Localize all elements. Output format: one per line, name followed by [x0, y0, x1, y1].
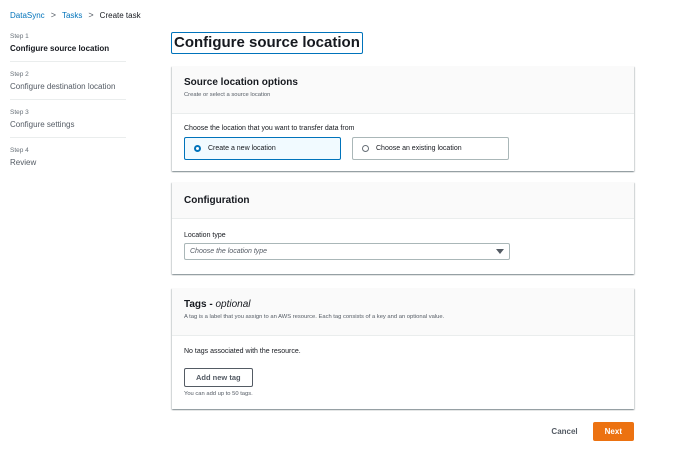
breadcrumb-datasync-link[interactable]: DataSync: [10, 11, 45, 20]
location-type-select[interactable]: Choose the location type: [184, 243, 510, 260]
radio-unselected-icon[interactable]: [362, 145, 369, 152]
step-number: Step 2: [10, 71, 29, 78]
location-type-label: Location type: [184, 232, 226, 239]
panel-body: Location type Choose the location type: [172, 219, 634, 270]
panel-title: Source location options: [184, 77, 298, 88]
tags-panel: Tags - optional A tag is a label that yo…: [172, 288, 634, 409]
panel-body: Choose the location that you want to tra…: [172, 114, 634, 170]
tile-label: Choose an existing location: [376, 145, 462, 152]
select-placeholder: Choose the location type: [190, 248, 268, 255]
empty-tags-text: No tags associated with the resource.: [184, 348, 301, 355]
caret-down-icon: [496, 249, 504, 254]
wizard-footer: Cancel Next: [551, 422, 634, 441]
step-1[interactable]: Step 1 Configure source location: [10, 33, 126, 62]
choose-existing-location-tile[interactable]: Choose an existing location: [352, 137, 509, 160]
configuration-panel: Configuration Location type Choose the l…: [172, 182, 634, 274]
step-number: Step 3: [10, 109, 29, 116]
panel-title: Configuration: [184, 195, 250, 206]
tile-label: Create a new location: [208, 145, 276, 152]
chevron-right-icon: >: [88, 10, 94, 20]
panel-header: Tags - optional A tag is a label that yo…: [172, 288, 634, 336]
tag-limit-hint: You can add up to 50 tags.: [184, 391, 253, 397]
breadcrumb-current: Create task: [99, 10, 141, 20]
panel-description: A tag is a label that you assign to an A…: [184, 314, 445, 320]
wizard-steps: Step 1 Configure source location Step 2 …: [10, 33, 126, 184]
add-new-tag-button[interactable]: Add new tag: [184, 368, 253, 387]
panel-body: No tags associated with the resource. Ad…: [172, 336, 634, 407]
step-title: Review: [10, 158, 37, 167]
create-new-location-tile[interactable]: Create a new location: [184, 137, 341, 160]
panel-header: Configuration: [172, 182, 634, 219]
chevron-right-icon: >: [50, 10, 56, 20]
step-4[interactable]: Step 4 Review: [10, 147, 126, 175]
step-title: Configure destination location: [10, 82, 116, 91]
panel-description: Create or select a source location: [184, 92, 271, 98]
breadcrumb-tasks-link[interactable]: Tasks: [62, 11, 82, 20]
source-location-options-panel: Source location options Create or select…: [172, 66, 634, 171]
step-2[interactable]: Step 2 Configure destination location: [10, 71, 126, 100]
next-button[interactable]: Next: [592, 422, 634, 441]
panel-header: Source location options Create or select…: [172, 66, 634, 114]
optional-label: optional: [215, 299, 251, 310]
step-title: Configure source location: [10, 44, 110, 53]
step-number: Step 1: [10, 33, 29, 40]
cancel-button[interactable]: Cancel: [551, 427, 577, 436]
breadcrumb: DataSync > Tasks > Create task: [10, 10, 141, 20]
choose-location-label: Choose the location that you want to tra…: [184, 125, 355, 132]
step-title: Configure settings: [10, 120, 75, 129]
page-title: Configure source location: [171, 32, 363, 54]
panel-title: Tags - optional: [184, 299, 251, 310]
radio-selected-icon[interactable]: [194, 145, 201, 152]
step-number: Step 4: [10, 147, 29, 154]
location-choice-tiles: Create a new location Choose an existing…: [184, 137, 622, 160]
step-3[interactable]: Step 3 Configure settings: [10, 109, 126, 138]
